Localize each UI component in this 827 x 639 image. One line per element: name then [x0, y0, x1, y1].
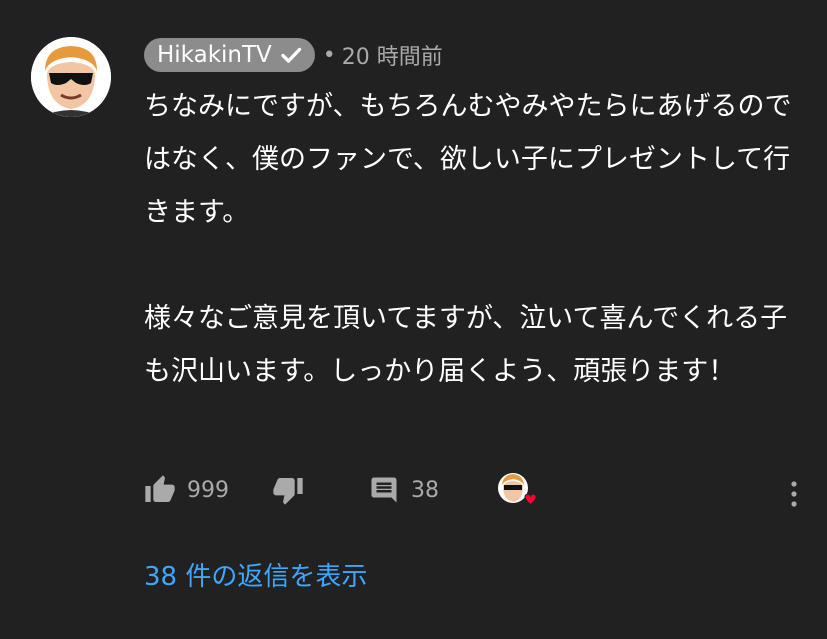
- view-replies-link[interactable]: 38 件の返信を表示: [144, 556, 367, 593]
- comment-timestamp[interactable]: 20 時間前: [342, 39, 443, 71]
- thumb-down-icon: [272, 474, 304, 506]
- comment-icon: [369, 475, 399, 505]
- comment-paragraph-2: 様々なご意見を頂いてますが、泣いて喜んでくれる子も沢山います。しっかり届くよう、…: [144, 303, 788, 387]
- comment-text: ちなみにですが、もちろんむやみやたらにあげるのではなく、僕のファンで、欲しい子に…: [144, 80, 794, 398]
- creator-heart: [497, 470, 537, 510]
- comment-header: HikakinTV • 20 時間前: [144, 38, 443, 72]
- channel-name-badge[interactable]: HikakinTV: [144, 38, 315, 72]
- like-count: 999: [187, 477, 229, 503]
- meta-separator: •: [322, 42, 336, 68]
- comment-actions: 999 38: [144, 470, 804, 510]
- like-button[interactable]: 999: [144, 470, 229, 510]
- channel-name: HikakinTV: [157, 42, 272, 68]
- comment-paragraph-1: ちなみにですが、もちろんむやみやたらにあげるのではなく、僕のファンで、欲しい子に…: [144, 91, 792, 228]
- more-vert-icon: [790, 479, 798, 509]
- avatar[interactable]: [31, 37, 111, 117]
- reply-count: 38: [411, 477, 439, 503]
- creator-heart-icon: [497, 470, 537, 510]
- verified-check-icon: [279, 43, 303, 67]
- dislike-button[interactable]: [272, 470, 304, 510]
- thumb-up-icon: [144, 474, 176, 506]
- reply-button[interactable]: 38: [369, 470, 439, 510]
- more-actions-button[interactable]: [790, 474, 798, 514]
